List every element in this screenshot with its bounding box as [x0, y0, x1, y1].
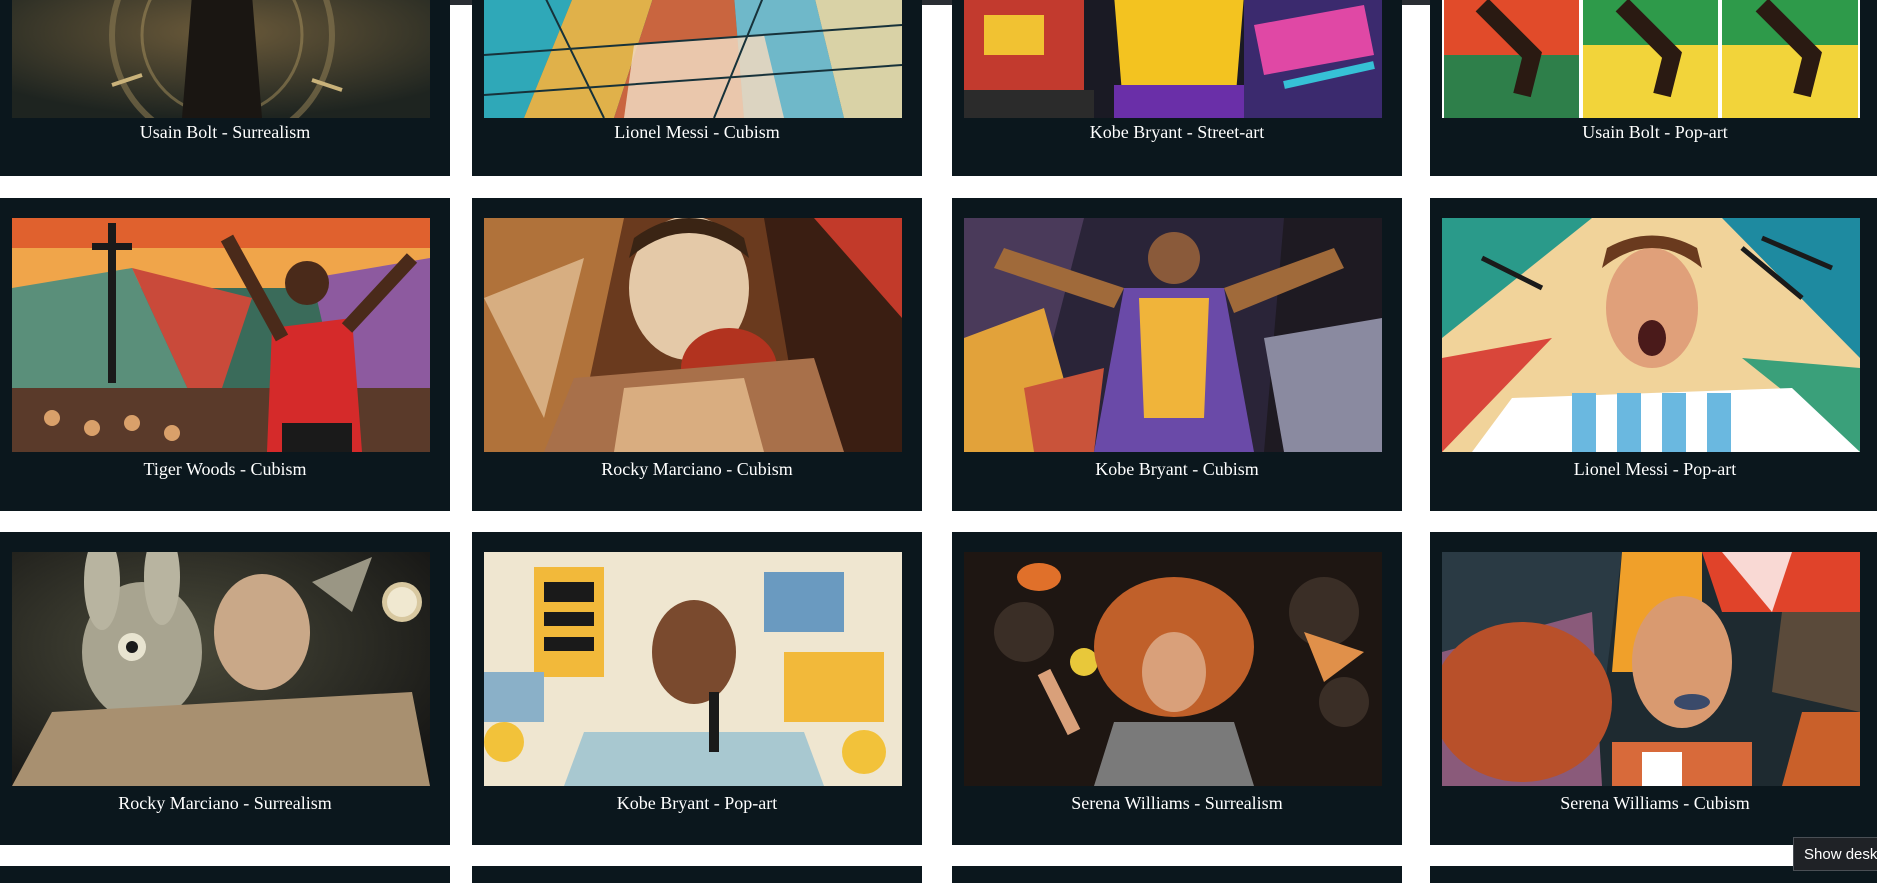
artwork-image[interactable]	[484, 0, 902, 118]
card-caption: Rocky Marciano - Surrealism	[118, 793, 332, 813]
artwork-gallery: Usain Bolt - Surrealism Lionel Messi - C…	[0, 0, 1877, 883]
artwork-image[interactable]	[1442, 218, 1860, 452]
card-caption: Serena Williams - Cubism	[1560, 793, 1750, 813]
gallery-card-partial[interactable]	[472, 866, 922, 883]
card-caption: Usain Bolt - Pop-art	[1582, 122, 1728, 142]
gallery-card-serena-williams-cubism[interactable]: Serena Williams - Cubism	[1430, 532, 1877, 845]
card-caption: Rocky Marciano - Cubism	[601, 459, 793, 479]
artwork-image[interactable]	[12, 552, 430, 786]
artwork-image[interactable]	[964, 552, 1382, 786]
artwork-image[interactable]	[1442, 0, 1860, 118]
gallery-card-serena-williams-surrealism[interactable]: Serena Williams - Surrealism	[952, 532, 1402, 845]
artwork-image[interactable]	[1442, 552, 1860, 786]
card-caption: Kobe Bryant - Cubism	[1095, 459, 1259, 479]
card-caption: Lionel Messi - Cubism	[614, 122, 780, 142]
artwork-image[interactable]	[964, 0, 1382, 118]
gallery-card-rocky-marciano-cubism[interactable]: Rocky Marciano - Cubism	[472, 198, 922, 511]
gallery-card-tiger-woods-cubism[interactable]: Tiger Woods - Cubism	[0, 198, 450, 511]
show-desktop-tooltip: Show desktop	[1793, 837, 1877, 871]
artwork-image[interactable]	[484, 218, 902, 452]
gallery-card-partial[interactable]	[952, 866, 1402, 883]
artwork-image[interactable]	[964, 218, 1382, 452]
gallery-card-lionel-messi-pop-art[interactable]: Lionel Messi - Pop-art	[1430, 198, 1877, 511]
artwork-image[interactable]	[12, 218, 430, 452]
artwork-image[interactable]	[12, 0, 430, 118]
card-caption: Serena Williams - Surrealism	[1071, 793, 1283, 813]
gallery-card-usain-bolt-surrealism[interactable]: Usain Bolt - Surrealism	[0, 0, 450, 176]
card-caption: Usain Bolt - Surrealism	[139, 122, 311, 142]
card-caption: Kobe Bryant - Pop-art	[616, 793, 778, 813]
gallery-card-kobe-bryant-cubism[interactable]: Kobe Bryant - Cubism	[952, 198, 1402, 511]
card-caption: Lionel Messi - Pop-art	[1573, 459, 1737, 479]
gallery-card-lionel-messi-cubism[interactable]: Lionel Messi - Cubism	[472, 0, 922, 176]
card-caption: Tiger Woods - Cubism	[143, 459, 307, 479]
gallery-card-kobe-bryant-pop-art[interactable]: Kobe Bryant - Pop-art	[472, 532, 922, 845]
gallery-card-kobe-bryant-street-art[interactable]: Kobe Bryant - Street-art	[952, 0, 1402, 176]
gallery-card-usain-bolt-pop-art[interactable]: Usain Bolt - Pop-art	[1430, 0, 1877, 176]
gallery-card-rocky-marciano-surrealism[interactable]: Rocky Marciano - Surrealism	[0, 532, 450, 845]
gallery-card-partial[interactable]	[0, 866, 450, 883]
artwork-image[interactable]	[484, 552, 902, 786]
card-caption: Kobe Bryant - Street-art	[1089, 122, 1265, 142]
